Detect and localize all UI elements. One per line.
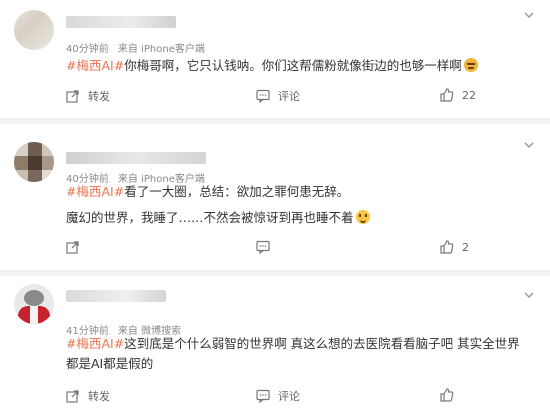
chevron-down-icon[interactable] (524, 10, 534, 20)
comment-icon (256, 389, 270, 403)
like-count: 2 (462, 240, 469, 254)
like-button[interactable] (440, 388, 462, 402)
angry-emoji-icon (463, 58, 478, 72)
hashtag-link[interactable]: #梅西AI# (66, 184, 124, 199)
avatar[interactable] (14, 10, 54, 50)
avatar[interactable] (14, 284, 54, 324)
comment-body: 看了一大圈，总结：欲加之罪何患无辞。 (124, 184, 350, 199)
share-icon (66, 89, 80, 103)
comment-icon (256, 240, 270, 254)
avatar[interactable] (14, 142, 54, 182)
thumbs-up-icon (440, 388, 454, 402)
comment-card: 40分钟前 来自 iPhone客户端 #梅西AI#你梅哥啊，它只认钱呐。你们这帮… (0, 0, 550, 118)
hashtag-link[interactable]: #梅西AI# (66, 336, 124, 351)
post-meta: 40分钟前 来自 iPhone客户端 (66, 40, 211, 55)
share-label: 转发 (88, 390, 110, 403)
comment-button[interactable]: 评论 (256, 88, 300, 104)
chevron-down-icon[interactable] (524, 140, 534, 150)
comment-text: #梅西AI#你梅哥啊，它只认钱呐。你们这帮儒粉就像街边的也够一样啊 (66, 56, 530, 76)
comment-text: #梅西AI#看了一大圈，总结：欲加之罪何患无辞。 魔幻的世界，我睡了……不然会被… (66, 182, 530, 228)
comment-body: 你梅哥啊，它只认钱呐。你们这帮儒粉就像街边的也够一样啊 (124, 58, 462, 73)
share-button[interactable]: 转发 (66, 388, 110, 404)
comment-label: 评论 (278, 90, 300, 103)
post-source: 来自 iPhone客户端 (117, 44, 205, 55)
username-blurred[interactable] (66, 290, 166, 302)
username-blurred[interactable] (66, 16, 176, 28)
share-icon (66, 240, 80, 254)
username-blurred[interactable] (66, 152, 206, 164)
comment-button[interactable] (256, 240, 278, 254)
comment-body: 这到底是个什么弱智的世界啊 真这么想的去医院看看脑子吧 其实全世界都是AI都是假… (66, 336, 520, 371)
like-button[interactable]: 2 (440, 240, 469, 254)
thumbs-up-icon (440, 240, 454, 254)
share-button[interactable] (66, 240, 88, 254)
like-button[interactable]: 22 (440, 88, 476, 102)
comment-icon (256, 89, 270, 103)
post-time: 40分钟前 (66, 44, 109, 55)
action-bar: 转发 评论 22 (0, 88, 550, 110)
comment-text: #梅西AI#这到底是个什么弱智的世界啊 真这么想的去医院看看脑子吧 其实全世界都… (66, 334, 530, 374)
comment-card: 41分钟前 来自 微博搜索 #梅西AI#这到底是个什么弱智的世界啊 真这么想的去… (0, 276, 550, 414)
comment-button[interactable]: 评论 (256, 388, 300, 404)
thumbs-up-icon (440, 88, 454, 102)
hashtag-link[interactable]: #梅西AI# (66, 58, 124, 73)
action-bar: 2 (0, 240, 550, 262)
smile-emoji-icon (355, 210, 370, 224)
chevron-down-icon[interactable] (524, 290, 534, 300)
comment-label: 评论 (278, 390, 300, 403)
action-bar: 转发 评论 (0, 388, 550, 410)
share-label: 转发 (88, 90, 110, 103)
like-count: 22 (462, 88, 476, 102)
comment-card: 40分钟前 来自 iPhone客户端 #梅西AI#看了一大圈，总结：欲加之罪何患… (0, 124, 550, 270)
share-icon (66, 389, 80, 403)
comment-feed: 40分钟前 来自 iPhone客户端 #梅西AI#你梅哥啊，它只认钱呐。你们这帮… (0, 0, 550, 414)
comment-body-line2: 魔幻的世界，我睡了……不然会被惊讶到再也睡不着 (66, 210, 354, 225)
share-button[interactable]: 转发 (66, 88, 110, 104)
